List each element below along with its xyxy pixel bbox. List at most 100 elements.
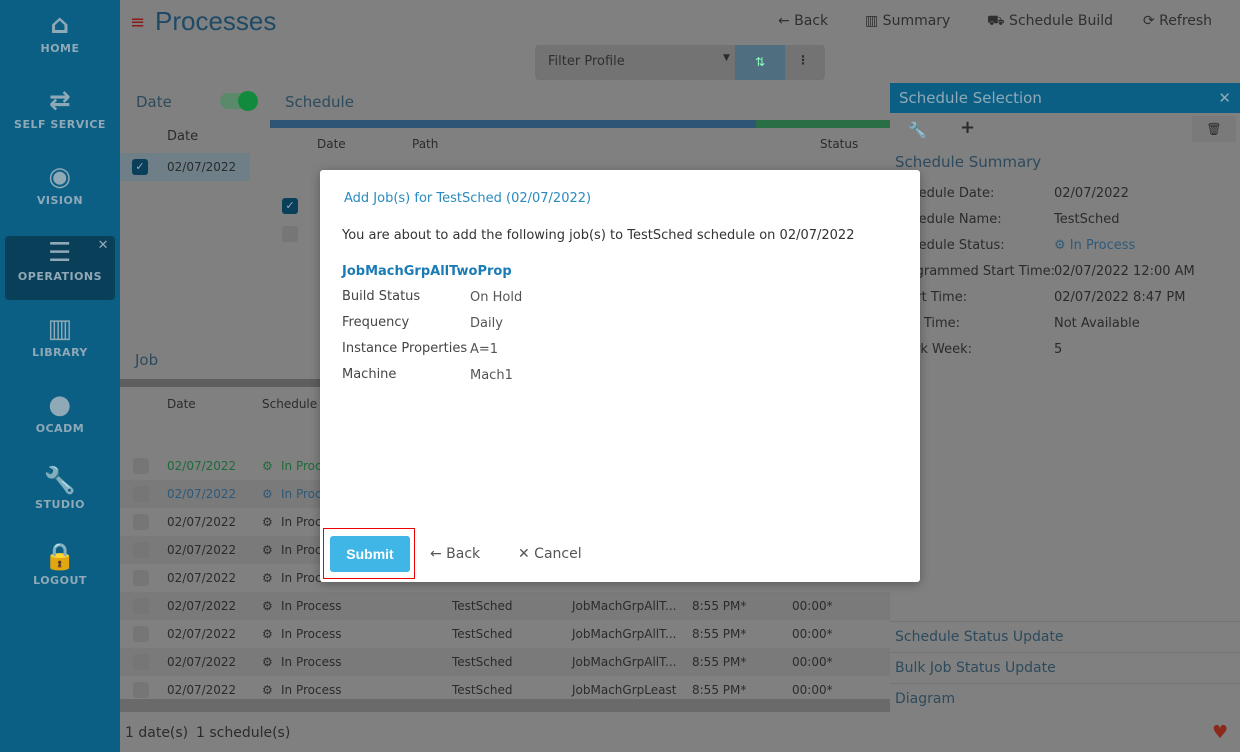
row-checkbox[interactable] [133,570,149,586]
gear-icon: ⚙ [262,683,273,697]
row-checkbox[interactable] [133,486,149,502]
panel-title: Schedule Selection [899,89,1042,107]
gear-icon: ⚙ [262,543,273,557]
breadcrumb-schedules[interactable]: 1 schedule(s) [196,725,290,741]
summary-value: 5 [1054,342,1063,357]
books-icon: ▥ [47,314,73,344]
sidebar-item-logout[interactable]: 🔒 LOGOUT [5,540,115,604]
sidebar-item-vision[interactable]: ◉ VISION [5,160,115,224]
sidebar-item-label: LIBRARY [32,346,88,359]
breadcrumb-dates[interactable]: 1 date(s) [125,725,188,741]
row-checkbox[interactable] [133,682,149,698]
row-checkbox[interactable] [133,598,149,614]
add-jobs-dialog: Add Job(s) for TestSched (02/07/2022) Yo… [320,170,920,582]
col-path: Path [412,137,439,151]
filter-profile-label: Filter Profile [548,54,625,69]
gear-icon: ⚙ [262,515,273,529]
prop-value: A=1 [470,342,499,357]
table-row[interactable]: 02/07/2022 ⚙ In Process TestSched JobMachGrp… [120,648,890,676]
home-icon: ⌂ [50,10,70,40]
trash-icon[interactable]: 🗑 [1192,116,1236,142]
sidebar-item-home[interactable]: ⌂ HOME [5,8,115,72]
row-checkbox[interactable] [133,458,149,474]
prop-value: On Hold [470,290,523,305]
close-icon[interactable]: ✕ [98,238,109,253]
summary-value: TestSched [1054,212,1120,227]
schedule-summary-title: Schedule Summary [895,153,1042,171]
col-status: Status [820,137,859,151]
row-checkbox[interactable] [133,626,149,642]
back-button-dialog[interactable]: ← Back [430,546,480,562]
sidebar-item-label: OPERATIONS [17,270,103,283]
sidebar-item-self-service[interactable]: ⇄ SELF SERVICE [5,84,115,148]
lock-icon: 🔒 [43,542,77,572]
gear-icon: ⚙ [262,627,273,641]
prop-value: Daily [470,316,503,331]
sidebar-item-label: HOME [40,42,80,55]
job-col-date: Date [167,397,196,411]
gear-icon: ⚙ [262,459,273,473]
dialog-description: You are about to add the following job(s… [342,228,855,243]
summary-value: 02/07/2022 [1054,186,1129,201]
section-0[interactable]: Schedule Status Update [890,621,1240,652]
back-button[interactable]: ← Back [778,13,828,29]
refresh-button[interactable]: ⟳ Refresh [1143,13,1212,29]
gear-icon: ⚙ [262,599,273,613]
date-col-header: Date [167,129,199,144]
gear-icon: ⚙ [262,487,273,501]
swap-icon[interactable]: ⇅ [735,45,785,80]
table-row[interactable]: 02/07/2022 ⚙ In Process TestSched JobMachGrp… [120,620,890,648]
schedule-selection-panel: Schedule Selection ✕ 🔧 + 🗑 Schedule Summa… [890,83,1240,713]
date-pane: Date Date ✓ 02/07/2022 [120,80,268,335]
prop-label: Machine [342,367,397,382]
summary-value: ⚙ In Process [1054,238,1136,253]
row-checkbox[interactable] [133,514,149,530]
user-icon: ● [48,390,72,420]
summary-value: Not Available [1054,316,1140,331]
sidebar-item-operations[interactable]: ☰ OPERATIONS ✕ [5,236,115,300]
sidebar-item-library[interactable]: ▥ LIBRARY [5,312,115,376]
schedule-build-button[interactable]: ⛟ Schedule Build [987,13,1113,31]
prop-label: Instance Properties [342,341,468,356]
gear-icon: ⚙ [262,655,273,669]
row-checkbox[interactable] [133,542,149,558]
schedule-pane-title: Schedule [285,93,354,111]
summary-button[interactable]: ▥ Summary [865,13,950,29]
sidebar-item-label: LOGOUT [33,574,87,587]
gear-icon: ⚙ [262,571,273,585]
sidebar-item-label: OCADM [35,422,85,435]
prop-value: Mach1 [470,368,513,383]
section-1[interactable]: Bulk Job Status Update [890,652,1240,683]
date-row[interactable]: ✓ 02/07/2022 [120,153,250,181]
more-icon[interactable]: ⋮ [797,53,809,67]
section-2[interactable]: Diagram [890,683,1240,714]
job-col-status: Schedule S [262,397,329,411]
horizontal-scrollbar[interactable] [120,699,890,712]
table-row[interactable]: 02/07/2022 ⚙ In Process TestSched JobMachGrp… [120,592,890,620]
page-title: Processes [155,6,277,36]
date-toggle[interactable] [220,91,258,111]
sidebar-item-studio[interactable]: 🔧 STUDIO [5,464,115,528]
prop-label: Build Status [342,289,421,304]
sidebar-item-ocadm[interactable]: ● OCADM [5,388,115,452]
dialog-title: Add Job(s) for TestSched (02/07/2022) [344,191,592,206]
row-checkbox[interactable] [133,654,149,670]
col-date: Date [317,137,346,151]
menu-icon[interactable]: ≡ [130,12,145,33]
date-pane-title: Date [136,93,172,111]
close-icon[interactable]: ✕ [1218,89,1231,107]
heartbeat-icon: ♥ [1212,722,1229,743]
filter-profile-select[interactable]: Filter Profile ▼ ⇅ ⋮ [535,45,825,80]
cancel-button[interactable]: ✕ Cancel [518,546,582,562]
submit-button[interactable]: Submit [330,536,410,572]
sidebar-item-label: STUDIO [35,498,85,511]
eye-icon: ◉ [48,162,72,192]
plus-icon[interactable]: + [960,117,975,138]
sidebar-item-label: SELF SERVICE [14,118,106,131]
summary-value: 02/07/2022 12:00 AM [1054,264,1195,279]
wrench-icon[interactable]: 🔧 [908,121,927,139]
sidebar-item-label: VISION [36,194,84,207]
prop-label: Frequency [342,315,410,330]
exchange-icon: ⇄ [48,86,72,116]
sidebar: ⌂ HOME ⇄ SELF SERVICE ◉ VISION ☰ OPERATIONS ✕ ▥ LI… [0,0,120,752]
